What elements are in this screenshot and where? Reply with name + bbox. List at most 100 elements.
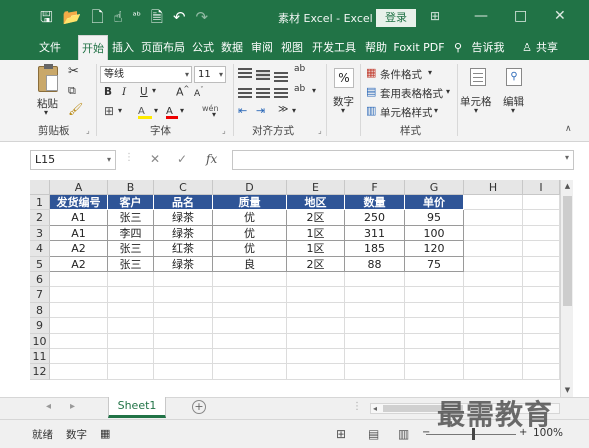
table-cell[interactable]: 2区 — [287, 210, 345, 226]
name-box[interactable]: L15 ▾ — [30, 150, 116, 170]
empty-cell[interactable] — [50, 272, 108, 288]
cell-styles-dropdown-icon[interactable]: ▾ — [434, 106, 438, 115]
wrap-text-icon[interactable]: ab — [294, 84, 305, 94]
empty-cell[interactable] — [213, 333, 287, 349]
format-painter-icon[interactable]: 🖌 — [68, 102, 83, 116]
maximize-icon[interactable]: □ — [514, 8, 527, 24]
cancel-entry-icon[interactable]: ✕ — [150, 152, 160, 166]
font-size-select[interactable]: 11 ▾ — [194, 66, 226, 83]
empty-cell[interactable] — [405, 333, 464, 349]
empty-cell[interactable] — [108, 318, 154, 334]
table-cell[interactable]: 张三 — [108, 241, 154, 257]
table-cell[interactable]: 311 — [345, 225, 405, 242]
row-header-8[interactable]: 8 — [30, 302, 50, 319]
sheet-tab-sheet1[interactable]: Sheet1 — [108, 397, 166, 418]
empty-cell[interactable] — [464, 256, 523, 272]
row-header-11[interactable]: 11 — [30, 349, 50, 365]
table-cell[interactable]: 李四 — [108, 225, 154, 242]
row-header-2[interactable]: 2 — [30, 210, 50, 226]
empty-cell[interactable] — [345, 302, 405, 319]
empty-cell[interactable] — [108, 333, 154, 349]
empty-cell[interactable] — [464, 302, 523, 319]
empty-cell[interactable] — [523, 241, 560, 257]
empty-cell[interactable] — [405, 349, 464, 365]
row-header-3[interactable]: 3 — [30, 225, 50, 242]
save-icon[interactable]: 🖫 — [40, 8, 53, 26]
format-as-table-icon[interactable]: ▤ — [366, 85, 376, 98]
share-person-icon[interactable]: ♙ — [520, 35, 534, 60]
empty-cell[interactable] — [154, 287, 213, 303]
borders-dropdown-icon[interactable]: ▾ — [118, 106, 122, 115]
column-header-f[interactable]: F — [345, 180, 405, 195]
cells-dropdown-icon[interactable]: ▾ — [474, 106, 478, 115]
formula-input[interactable]: ▾ — [232, 150, 574, 170]
table-cell[interactable]: 2区 — [287, 256, 345, 272]
minimize-icon[interactable]: — — [474, 8, 488, 24]
column-header-i[interactable]: I — [523, 180, 560, 195]
empty-cell[interactable] — [154, 364, 213, 380]
page-layout-view-icon[interactable]: ▤ — [368, 427, 379, 441]
ribbon-display-options-icon[interactable]: ⊞ — [430, 9, 440, 23]
alignment-launcher-icon[interactable]: ⌟ — [318, 126, 322, 135]
sheet-next-icon[interactable]: ▸ — [70, 401, 75, 412]
empty-cell[interactable] — [523, 349, 560, 365]
empty-cell[interactable] — [154, 302, 213, 319]
empty-cell[interactable] — [213, 349, 287, 365]
row-header-12[interactable]: 12 — [30, 364, 50, 380]
row-header-7[interactable]: 7 — [30, 287, 50, 303]
empty-cell[interactable] — [405, 318, 464, 334]
table-cell[interactable]: 88 — [345, 256, 405, 272]
table-cell[interactable]: 250 — [345, 210, 405, 226]
conditional-formatting-button[interactable]: 条件格式 — [380, 67, 422, 82]
zoom-out-icon[interactable]: − — [422, 427, 430, 438]
empty-cell[interactable] — [464, 195, 523, 211]
insert-function-icon[interactable]: fx — [206, 152, 217, 166]
grow-font-button[interactable]: A^ — [176, 85, 189, 99]
tab-developer[interactable]: 开发工具 — [308, 35, 360, 60]
empty-cell[interactable] — [345, 318, 405, 334]
tab-split-grip-icon[interactable]: ⋮ — [352, 401, 362, 412]
table-cell[interactable]: 1区 — [287, 225, 345, 242]
tab-file[interactable]: 文件 — [34, 35, 66, 60]
borders-icon[interactable]: ⊞ — [104, 104, 114, 118]
clipboard-launcher-icon[interactable]: ⌟ — [86, 126, 90, 135]
font-color-button[interactable]: A — [166, 104, 178, 119]
empty-cell[interactable] — [287, 364, 345, 380]
font-name-select[interactable]: 等线 ▾ — [100, 66, 192, 83]
table-cell[interactable]: A1 — [50, 210, 108, 226]
empty-cell[interactable] — [345, 364, 405, 380]
empty-cell[interactable] — [287, 333, 345, 349]
empty-cell[interactable] — [405, 302, 464, 319]
table-cell[interactable]: 张三 — [108, 210, 154, 226]
column-header-g[interactable]: G — [405, 180, 464, 195]
tab-foxit-pdf[interactable]: Foxit PDF — [392, 35, 446, 60]
cells-icon[interactable] — [470, 68, 486, 86]
column-header-a[interactable]: A — [50, 180, 108, 195]
empty-cell[interactable] — [464, 241, 523, 257]
row-header-5[interactable]: 5 — [30, 256, 50, 272]
sheet-prev-icon[interactable]: ◂ — [46, 401, 51, 412]
empty-cell[interactable] — [464, 364, 523, 380]
table-cell[interactable]: 绿茶 — [154, 210, 213, 226]
empty-cell[interactable] — [345, 349, 405, 365]
editing-dropdown-icon[interactable]: ▾ — [511, 106, 515, 115]
phonetic-dropdown-icon[interactable]: ▾ — [212, 110, 216, 119]
empty-cell[interactable] — [523, 195, 560, 211]
empty-cell[interactable] — [287, 287, 345, 303]
font-launcher-icon[interactable]: ⌟ — [222, 126, 226, 135]
empty-cell[interactable] — [345, 272, 405, 288]
empty-cell[interactable] — [213, 287, 287, 303]
empty-cell[interactable] — [154, 333, 213, 349]
empty-cell[interactable] — [464, 318, 523, 334]
table-header-cell[interactable]: 发货编号 — [50, 195, 108, 211]
tab-view[interactable]: 视图 — [278, 35, 306, 60]
empty-cell[interactable] — [213, 364, 287, 380]
tab-data[interactable]: 数据 — [218, 35, 246, 60]
empty-cell[interactable] — [523, 287, 560, 303]
empty-cell[interactable] — [108, 272, 154, 288]
decrease-indent-icon[interactable]: ⇤ — [238, 104, 247, 117]
spelling-icon[interactable]: ᵃᵇ — [133, 8, 141, 26]
table-cell[interactable]: 100 — [405, 225, 464, 242]
empty-cell[interactable] — [287, 318, 345, 334]
empty-cell[interactable] — [50, 318, 108, 334]
